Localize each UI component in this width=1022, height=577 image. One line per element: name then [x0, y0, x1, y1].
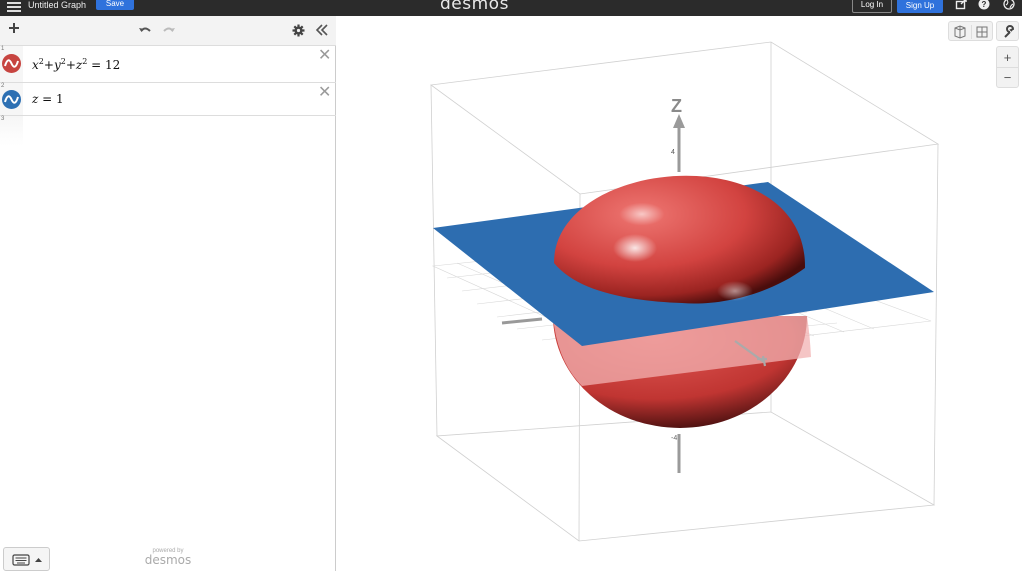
expression-math[interactable]: z = 1	[32, 92, 64, 106]
graph-color-icon[interactable]	[2, 54, 21, 73]
var-z: z	[32, 92, 39, 106]
exp-x: 2	[38, 57, 44, 66]
tick-label-bottom: -4	[671, 435, 677, 442]
close-icon[interactable]: ✕	[318, 48, 331, 64]
help-icon[interactable]: ?	[978, 0, 990, 10]
share-icon[interactable]	[955, 0, 967, 10]
expression-toolbar	[0, 16, 336, 46]
login-button[interactable]: Log In	[852, 0, 892, 13]
z-axis-label: Z	[671, 96, 682, 116]
graph-title[interactable]: Untitled Graph	[28, 0, 86, 10]
exp-y: 2	[60, 57, 66, 66]
x-axis	[501, 317, 543, 325]
globe-icon[interactable]	[1003, 0, 1015, 10]
graph-canvas[interactable]: -4 4 Z + −	[337, 16, 1022, 571]
expression-index: 1	[1, 46, 5, 52]
expression-panel: 1 x2+y2+z2 = 12 ✕ 2 z = 1 ✕ 3	[0, 16, 336, 571]
close-icon[interactable]: ✕	[318, 85, 331, 101]
expression-index: 3	[1, 116, 5, 122]
zoom-out-button[interactable]: −	[997, 68, 1018, 88]
expression-row-empty[interactable]: 3	[0, 116, 336, 146]
expression-row[interactable]: 2 z = 1 ✕	[0, 83, 336, 116]
zoom-in-button[interactable]: +	[997, 47, 1018, 68]
collapse-icon[interactable]	[315, 23, 329, 37]
zoom-controls: + −	[996, 46, 1019, 88]
powered-by: powered by desmos	[140, 548, 196, 566]
undo-icon[interactable]	[138, 24, 152, 36]
tick-label-top: 4	[671, 149, 675, 156]
rhs-value: 1	[56, 92, 64, 106]
redo-icon[interactable]	[162, 24, 176, 36]
grid-view-icon[interactable]	[976, 26, 988, 38]
expression-row[interactable]: 1 x2+y2+z2 = 12 ✕	[0, 46, 336, 83]
svg-text:?: ?	[982, 0, 987, 9]
save-button[interactable]: Save	[96, 0, 134, 10]
equals-sign: =	[42, 92, 53, 106]
graph-color-icon[interactable]	[2, 90, 21, 109]
exp-z: 2	[82, 57, 88, 66]
expression-index: 2	[1, 83, 5, 89]
gear-icon[interactable]	[292, 24, 305, 37]
view-toggle[interactable]	[948, 21, 993, 41]
expression-math[interactable]: x2+y2+z2 = 12	[32, 57, 120, 72]
desmos-logo: desmos	[440, 0, 509, 14]
signup-button[interactable]: Sign Up	[897, 0, 943, 13]
add-icon[interactable]	[7, 21, 21, 35]
powered-by-brand: desmos	[144, 553, 192, 567]
menu-icon[interactable]	[7, 0, 21, 12]
wrench-icon[interactable]	[996, 21, 1019, 41]
top-bar: Untitled Graph Save desmos Log In Sign U…	[0, 0, 1022, 16]
z-axis-upper	[673, 114, 685, 172]
rhs-value: 12	[104, 58, 121, 72]
keyboard-icon	[12, 554, 42, 566]
var-y: y	[53, 58, 61, 72]
var-x: x	[32, 58, 39, 72]
keyboard-button[interactable]	[3, 547, 50, 571]
cube-view-icon[interactable]	[954, 25, 966, 39]
